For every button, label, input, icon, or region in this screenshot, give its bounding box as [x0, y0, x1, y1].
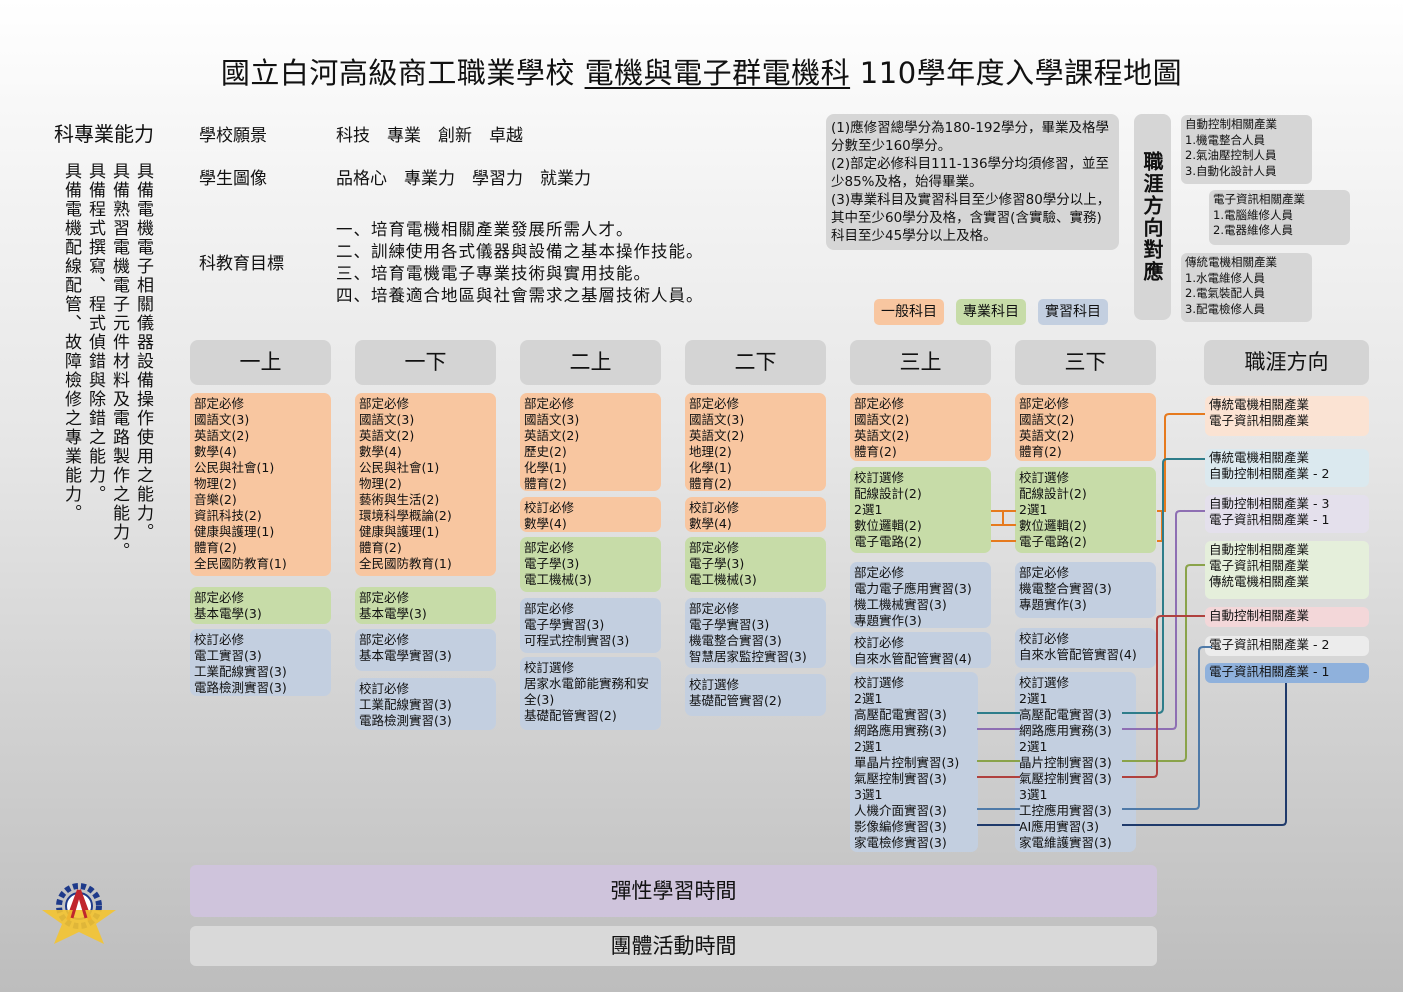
school-logo-icon: [42, 883, 116, 944]
connector-line-2: [977, 458, 1205, 714]
connector-line-4: [977, 564, 1205, 762]
connector-lines: [977, 413, 1287, 826]
group-activity-bar: 團體活動時間: [190, 926, 1157, 966]
connector-line-5: [977, 615, 1205, 778]
flex-learning-bar: 彈性學習時間: [190, 865, 1157, 917]
connector-line-3: [977, 510, 1205, 730]
connector-line-7: [977, 683, 1287, 826]
connector-line-1: [991, 413, 1205, 542]
